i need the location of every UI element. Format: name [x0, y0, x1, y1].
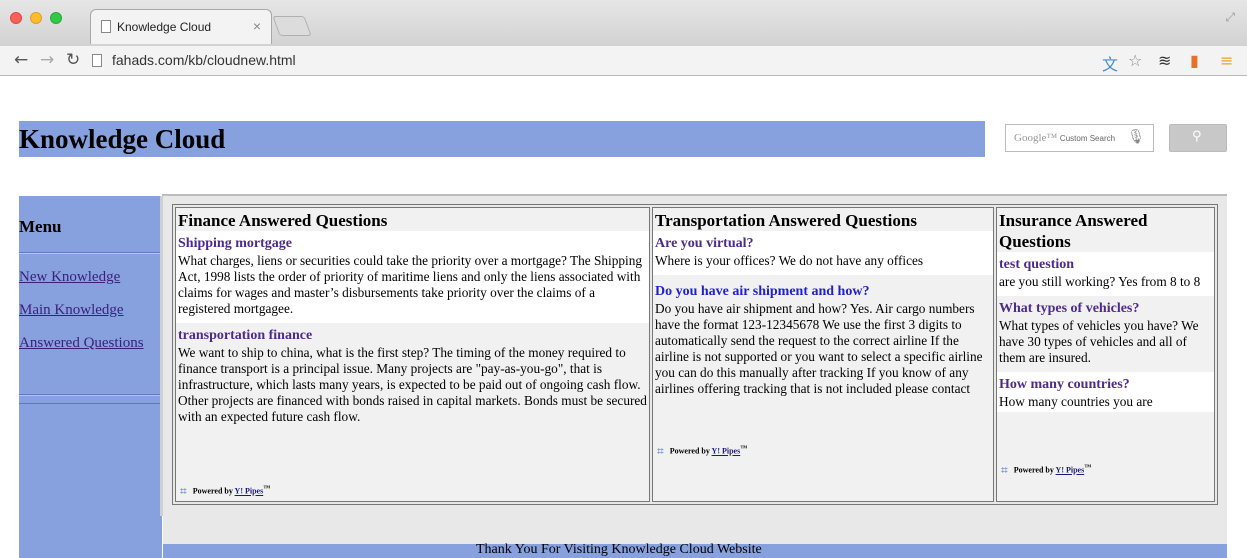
- fullscreen-icon[interactable]: ⤢: [1225, 10, 1235, 25]
- menu-heading: Menu: [19, 217, 62, 236]
- page-title: Knowledge Cloud: [19, 124, 226, 154]
- column-title: Transportation Answered Questions: [655, 211, 917, 230]
- window-maximize-button[interactable]: [50, 12, 62, 24]
- item-body: Do you have air shipment and how? Yes. A…: [655, 301, 983, 396]
- back-icon[interactable]: ←: [14, 50, 28, 70]
- reload-icon[interactable]: ↻: [66, 50, 80, 70]
- bookmark-icon[interactable]: ▮: [1190, 51, 1199, 70]
- search-button[interactable]: ⚲: [1169, 124, 1227, 152]
- powered-by: ⌗ Powered by Y! Pipes™: [1001, 463, 1092, 478]
- new-tab-button[interactable]: [272, 16, 312, 36]
- star-icon[interactable]: ☆: [1128, 51, 1142, 70]
- list-item: test question are you still working? Yes…: [997, 252, 1214, 296]
- insurance-column: Insurance Answered Questions test questi…: [996, 207, 1215, 502]
- list-item: transportation finance We want to ship t…: [176, 323, 649, 431]
- footer-text: Thank You For Visiting Knowledge Cloud W…: [476, 542, 762, 557]
- microphone-icon[interactable]: 🎙: [1127, 129, 1145, 145]
- page-icon: [92, 54, 102, 67]
- powered-by: ⌗ Powered by Y! Pipes™: [657, 444, 748, 459]
- divider: [19, 253, 162, 254]
- pipes-icon: ⌗: [657, 444, 664, 459]
- pipes-icon: ⌗: [1001, 463, 1008, 478]
- item-title[interactable]: transportation finance: [178, 327, 647, 345]
- divider: [19, 395, 162, 396]
- item-title[interactable]: What types of vehicles?: [999, 300, 1212, 318]
- item-title[interactable]: Do you have air shipment and how?: [655, 283, 991, 301]
- page-content: Knowledge Cloud Google™ Custom Search 🎙 …: [0, 77, 1247, 558]
- item-body: Where is your offices? We do not have an…: [655, 253, 924, 268]
- item-body: are you still working? Yes from 8 to 8: [999, 274, 1201, 289]
- header-bar: Knowledge Cloud: [19, 121, 985, 157]
- footer: Thank You For Visiting Knowledge Cloud W…: [163, 542, 1227, 558]
- browser-tab[interactable]: Knowledge Cloud ×: [90, 9, 272, 44]
- browser-toolbar: ← → ↻ fahads.com/kb/cloudnew.html 文 ☆ ≋ …: [0, 46, 1247, 76]
- forward-icon[interactable]: →: [40, 50, 54, 70]
- list-item: Are you virtual? Where is your offices? …: [653, 231, 993, 275]
- address-bar[interactable]: fahads.com/kb/cloudnew.html: [112, 52, 296, 68]
- page-icon: [101, 20, 111, 33]
- sidebar-item-answered-questions[interactable]: Answered Questions: [19, 335, 144, 352]
- window-minimize-button[interactable]: [30, 12, 42, 24]
- list-item: What types of vehicles? What types of ve…: [997, 296, 1214, 372]
- item-body: How many countries you are: [999, 394, 1153, 409]
- column-title: Finance Answered Questions: [178, 211, 388, 230]
- item-title[interactable]: Are you virtual?: [655, 235, 991, 253]
- transportation-column: Transportation Answered Questions Are yo…: [652, 207, 994, 502]
- sidebar-item-new-knowledge[interactable]: New Knowledge: [19, 269, 120, 286]
- item-body: We want to ship to china, what is the fi…: [178, 345, 647, 424]
- layers-icon[interactable]: ≋: [1158, 51, 1171, 70]
- item-body: What types of vehicles you have? We have…: [999, 318, 1199, 365]
- menu-icon[interactable]: ≡: [1220, 51, 1233, 70]
- pipes-link[interactable]: Y! Pipes: [712, 447, 741, 456]
- list-item: Shipping mortgage What charges, liens or…: [176, 231, 649, 323]
- questions-grid: Finance Answered Questions Shipping mort…: [172, 204, 1218, 505]
- item-title[interactable]: How many countries?: [999, 376, 1212, 394]
- sidebar: Menu New Knowledge Main Knowledge Answer…: [19, 196, 162, 558]
- item-title[interactable]: Shipping mortgage: [178, 235, 647, 253]
- search-input[interactable]: Google™ Custom Search 🎙: [1005, 124, 1154, 152]
- list-item: Do you have air shipment and how? Do you…: [653, 275, 993, 423]
- pipes-link[interactable]: Y! Pipes: [1056, 466, 1085, 475]
- window-close-button[interactable]: [10, 12, 22, 24]
- search-icon: ⚲: [1192, 129, 1202, 144]
- divider: [19, 403, 162, 404]
- column-title: Insurance Answered Questions: [999, 211, 1148, 251]
- tab-title: Knowledge Cloud: [117, 20, 212, 34]
- translate-icon[interactable]: 文: [1102, 51, 1118, 75]
- search-brand: Google™ Custom Search: [1014, 132, 1116, 144]
- item-title[interactable]: test question: [999, 256, 1212, 274]
- pipes-icon: ⌗: [180, 484, 187, 499]
- finance-column: Finance Answered Questions Shipping mort…: [175, 207, 650, 502]
- pipes-link[interactable]: Y! Pipes: [235, 487, 264, 496]
- sidebar-item-main-knowledge[interactable]: Main Knowledge: [19, 302, 124, 319]
- powered-by: ⌗ Powered by Y! Pipes™: [180, 484, 271, 499]
- tab-close-icon[interactable]: ×: [253, 18, 261, 34]
- list-item: How many countries? How many countries y…: [997, 372, 1214, 412]
- browser-titlebar: Knowledge Cloud × ⤢: [0, 0, 1247, 46]
- item-body: What charges, liens or securities could …: [178, 253, 643, 316]
